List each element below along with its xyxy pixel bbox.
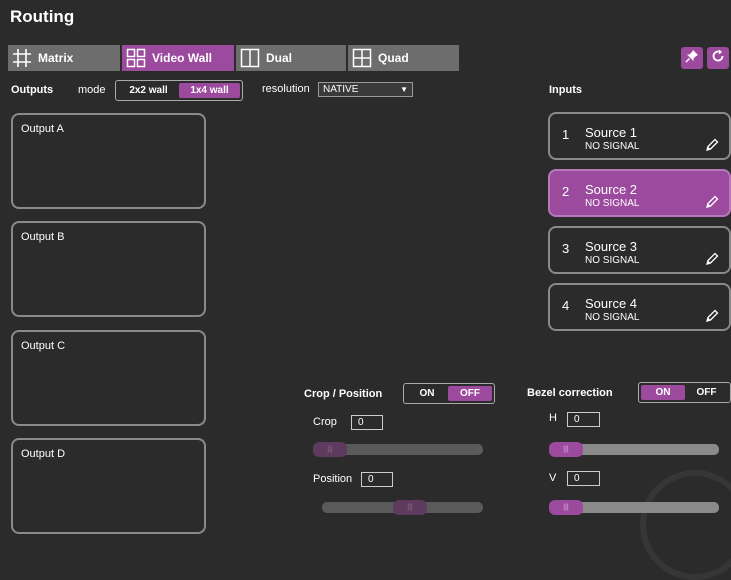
page-title: Routing — [10, 7, 75, 26]
bezel-heading: Bezel correction — [527, 387, 613, 399]
input-source-3[interactable]: 3 Source 3 NO SIGNAL — [548, 226, 731, 274]
input-name: Source 3 — [585, 239, 638, 254]
edit-pencil-icon[interactable] — [705, 252, 719, 266]
tab-label: Video Wall — [152, 51, 213, 65]
mode-option-1x4[interactable]: 1x4 wall — [179, 83, 240, 98]
input-number: 3 — [562, 241, 570, 256]
bezel-toggle: ON OFF — [638, 382, 731, 403]
v-label: V — [549, 472, 557, 484]
pin-icon — [685, 49, 699, 68]
v-slider-thumb[interactable]: ||| — [549, 500, 583, 515]
input-number: 1 — [562, 127, 570, 142]
input-number: 2 — [562, 184, 570, 199]
crop-position-heading: Crop / Position — [304, 388, 383, 400]
crop-position-on[interactable]: ON — [406, 386, 448, 401]
edit-pencil-icon[interactable] — [705, 138, 719, 152]
edit-pencil-icon[interactable] — [705, 195, 719, 209]
tab-label: Quad — [378, 51, 409, 65]
bezel-on[interactable]: ON — [641, 385, 685, 400]
position-slider-thumb[interactable]: ||| — [393, 500, 427, 515]
mode-option-2x2[interactable]: 2x2 wall — [118, 83, 179, 98]
chevron-down-icon: ▼ — [400, 85, 408, 94]
input-signal: NO SIGNAL — [585, 141, 640, 152]
output-box-d[interactable]: Output D — [11, 438, 206, 534]
mode-label: mode — [78, 84, 106, 96]
refresh-icon — [711, 49, 725, 68]
tab-matrix[interactable]: Matrix — [8, 45, 120, 71]
input-name: Source 4 — [585, 296, 638, 311]
output-label: Output B — [21, 231, 65, 243]
input-source-4[interactable]: 4 Source 4 NO SIGNAL — [548, 283, 731, 331]
tab-quad[interactable]: Quad — [348, 45, 459, 71]
position-label: Position — [313, 473, 353, 485]
v-input[interactable]: 0 — [567, 471, 600, 486]
position-input[interactable]: 0 — [361, 472, 393, 487]
input-name: Source 1 — [585, 125, 638, 140]
output-label: Output D — [21, 448, 66, 460]
mode-selector: 2x2 wall 1x4 wall — [115, 80, 243, 101]
input-signal: NO SIGNAL — [585, 255, 640, 266]
output-box-c[interactable]: Output C — [11, 330, 206, 426]
input-signal: NO SIGNAL — [585, 312, 640, 323]
crop-position-toggle: ON OFF — [403, 383, 495, 404]
input-source-1[interactable]: 1 Source 1 NO SIGNAL — [548, 112, 731, 160]
bezel-off[interactable]: OFF — [685, 385, 728, 400]
logo-watermark-icon — [640, 470, 731, 580]
output-box-b[interactable]: Output B — [11, 221, 206, 317]
crop-position-off[interactable]: OFF — [448, 386, 492, 401]
input-name: Source 2 — [585, 182, 638, 197]
resolution-label: resolution — [262, 83, 310, 95]
h-slider-thumb[interactable]: ||| — [549, 442, 583, 457]
input-source-2[interactable]: 2 Source 2 NO SIGNAL — [548, 169, 731, 217]
edit-pencil-icon[interactable] — [705, 309, 719, 323]
resolution-select[interactable]: NATIVE ▼ — [318, 82, 413, 97]
crop-slider-thumb[interactable]: ||| — [313, 442, 347, 457]
resolution-value: NATIVE — [323, 84, 359, 95]
pin-button[interactable] — [681, 47, 703, 69]
tab-label: Matrix — [38, 51, 74, 65]
tab-dual[interactable]: Dual — [236, 45, 346, 71]
inputs-heading: Inputs — [549, 84, 582, 96]
outputs-heading: Outputs — [11, 84, 54, 96]
refresh-button[interactable] — [707, 47, 729, 69]
dual-icon — [240, 48, 260, 68]
crop-label: Crop — [313, 416, 337, 428]
input-signal: NO SIGNAL — [585, 198, 640, 209]
h-input[interactable]: 0 — [567, 412, 600, 427]
tab-bar: Matrix Video Wall Dual Quad — [8, 45, 459, 71]
h-label: H — [549, 412, 557, 424]
quad-icon — [352, 48, 372, 68]
matrix-grid-icon — [12, 48, 32, 68]
tab-video-wall[interactable]: Video Wall — [122, 45, 234, 71]
tab-label: Dual — [266, 51, 293, 65]
video-wall-icon — [126, 48, 146, 68]
input-number: 4 — [562, 298, 570, 313]
output-label: Output C — [21, 340, 66, 352]
output-box-a[interactable]: Output A — [11, 113, 206, 209]
crop-input[interactable]: 0 — [351, 415, 383, 430]
output-label: Output A — [21, 123, 64, 135]
